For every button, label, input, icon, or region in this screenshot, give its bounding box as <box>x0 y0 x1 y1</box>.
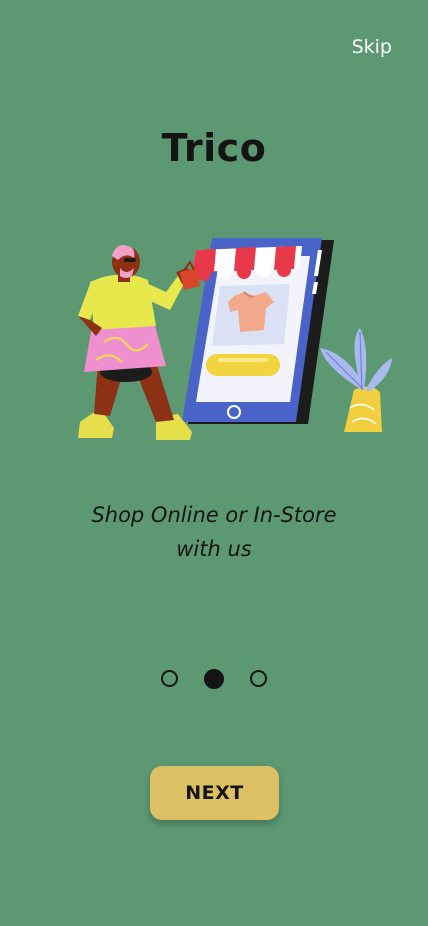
tagline-line-2: with us <box>176 537 252 561</box>
onboarding-screen: Skip Trico Shop Online or In-Store with … <box>0 0 428 926</box>
page-dot-1[interactable] <box>161 670 178 687</box>
page-dot-3[interactable] <box>250 670 267 687</box>
app-title: Trico <box>161 126 267 170</box>
skip-button[interactable]: Skip <box>352 36 392 58</box>
shopping-phone-illustration <box>70 232 400 452</box>
page-indicator <box>0 668 428 689</box>
onboarding-tagline: Shop Online or In-Store with us <box>0 498 428 566</box>
page-dot-2-active[interactable] <box>204 668 224 689</box>
next-button[interactable]: NEXT <box>150 766 279 820</box>
tagline-line-1: Shop Online or In-Store <box>91 503 337 527</box>
